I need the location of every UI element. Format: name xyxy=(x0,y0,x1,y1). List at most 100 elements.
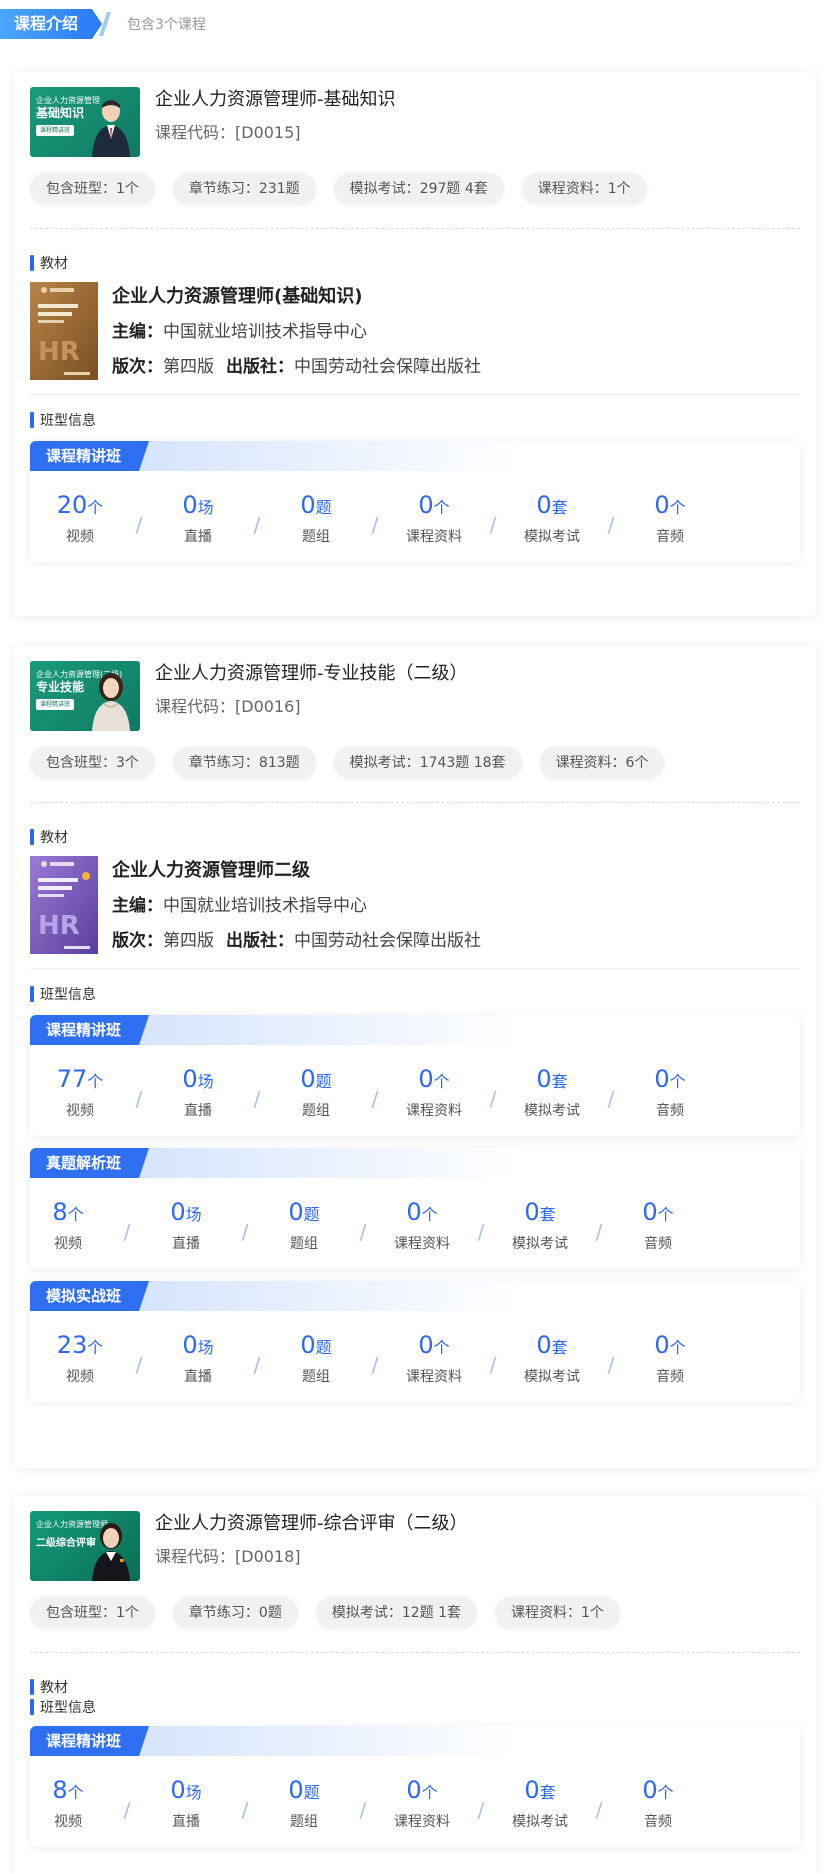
class-stats: 23个 视频 / 0场 直播 / 0题 题组 / 0个 课程资料 / 0套 模拟考试 / … xyxy=(30,1331,800,1386)
stat-audio: 0个 音频 xyxy=(654,1331,686,1385)
svg-text:HR: HR xyxy=(38,337,80,367)
stat-mock-exam: 0套 模拟考试 xyxy=(524,1065,580,1119)
tag-materials: 课程资料：1个 xyxy=(495,1597,620,1629)
book-cover-icon: HR xyxy=(30,282,98,380)
tag-chapter-practice: 章节练习：231题 xyxy=(172,173,316,205)
teacher-photo-icon xyxy=(92,100,130,157)
stat-audio: 0个 音频 xyxy=(642,1198,674,1252)
class-info-heading: 班型信息 xyxy=(30,411,800,429)
stat-question-set: 0题 题组 xyxy=(288,1776,320,1830)
course-card[interactable]: 企业人力资源管理 基础知识 课程精讲班 企业人力资源管理师-基础知识 课程代码：… xyxy=(14,72,816,616)
stat-video: 23个 视频 xyxy=(56,1331,104,1385)
stat-live: 0场 直播 xyxy=(170,1198,202,1252)
stat-question-set: 0题 题组 xyxy=(300,491,332,545)
tag-materials: 课程资料：6个 xyxy=(539,747,665,779)
class-card[interactable]: 真题解析班 8个 视频 / 0场 直播 / 0题 题组 / 0个 课程资料 / 0套 模拟… xyxy=(30,1148,800,1269)
book-title: 企业人力资源管理师(基础知识) xyxy=(112,286,363,307)
stat-live: 0场 直播 xyxy=(182,1065,214,1119)
book-title: 企业人力资源管理师二级 xyxy=(112,860,310,881)
course-thumbnail[interactable]: 企业人力资源管理 基础知识 课程精讲班 xyxy=(30,87,140,157)
class-stats: 8个 视频 / 0场 直播 / 0题 题组 / 0个 课程资料 / 0套 模拟考试 / 0… xyxy=(30,1198,800,1253)
class-name: 课程精讲班 xyxy=(30,1726,150,1756)
course-tags: 包含班型：1个 章节练习：0题 模拟考试：12题 1套 课程资料：1个 xyxy=(30,1597,800,1629)
stat-materials: 0个 课程资料 xyxy=(406,491,462,545)
thumb-tag: 课程精讲班 xyxy=(36,125,75,136)
course-thumbnail[interactable]: 企业人力资源管理(二级) 专业技能 课程精讲班 xyxy=(30,661,140,731)
class-info-heading: 班型信息 xyxy=(30,1698,800,1716)
stat-mock-exam: 0套 模拟考试 xyxy=(524,1331,580,1385)
tag-class-count: 包含班型：3个 xyxy=(30,747,155,779)
course-card[interactable]: 企业人力资源管理师 二级综合评审 企业人力资源管理师-综合评审（二级） 课程代码… xyxy=(14,1496,816,1874)
book-edition: 版次：第四版 出版社：中国劳动社会保障出版社 xyxy=(112,357,481,377)
course-title[interactable]: 企业人力资源管理师-专业技能（二级） xyxy=(155,662,468,686)
stat-question-set: 0题 题组 xyxy=(300,1065,332,1119)
divider xyxy=(30,228,800,229)
teacher-photo-icon xyxy=(92,1523,130,1581)
course-code: 课程代码：[D0018] xyxy=(155,1547,301,1566)
section-header: 课程介绍 包含3个课程 xyxy=(0,0,826,62)
class-info-heading: 班型信息 xyxy=(30,985,800,1003)
stat-video: 77个 视频 xyxy=(56,1065,104,1119)
book-editor: 主编：中国就业培训技术指导中心 xyxy=(112,896,367,916)
course-title[interactable]: 企业人力资源管理师-基础知识 xyxy=(155,88,396,112)
class-card[interactable]: 课程精讲班 77个 视频 / 0场 直播 / 0题 题组 / 0个 课程资料 / 0套模… xyxy=(30,1015,800,1136)
course-thumbnail[interactable]: 企业人力资源管理师 二级综合评审 xyxy=(30,1511,140,1581)
book-editor: 主编：中国就业培训技术指导中心 xyxy=(112,322,367,342)
tag-class-count: 包含班型：1个 xyxy=(30,1597,155,1629)
tag-chapter-practice: 章节练习：0题 xyxy=(172,1597,298,1629)
tag-chapter-practice: 章节练习：813题 xyxy=(172,747,316,779)
stat-materials: 0个 课程资料 xyxy=(406,1331,462,1385)
stat-audio: 0个 音频 xyxy=(654,1065,686,1119)
tag-class-count: 包含班型：1个 xyxy=(30,173,155,205)
course-head: 企业人力资源管理师 二级综合评审 企业人力资源管理师-综合评审（二级） 课程代码… xyxy=(30,1496,800,1581)
class-name: 课程精讲班 xyxy=(30,441,150,471)
section-subtitle: 包含3个课程 xyxy=(127,17,206,33)
class-card[interactable]: 课程精讲班 8个 视频 / 0场 直播 / 0题 题组 / 0个 课程资料 / 0套 模拟… xyxy=(30,1726,800,1847)
stat-question-set: 0题 题组 xyxy=(288,1198,320,1252)
book-edition: 版次：第四版 出版社：中国劳动社会保障出版社 xyxy=(112,931,481,951)
stat-live: 0场 直播 xyxy=(182,491,214,545)
course-code: 课程代码：[D0015] xyxy=(155,123,301,142)
class-stats: 20个 视频 / 0场 直播 / 0题 题组 / 0个 课程资料 / 0套 模拟考试 / … xyxy=(30,491,800,546)
tag-mock-exam: 模拟考试：12题 1套 xyxy=(315,1597,478,1629)
course-card[interactable]: 企业人力资源管理(二级) 专业技能 课程精讲班 企业人力资源管理师-专业技能（二… xyxy=(14,646,816,1468)
page: 课程介绍 包含3个课程 企业人力资源管理 基础知识 课程精讲班 企业人力资源管理… xyxy=(0,0,826,1874)
tag-mock-exam: 模拟考试：297题 4套 xyxy=(333,173,504,205)
textbook-heading: 教材 xyxy=(30,1678,800,1696)
stat-video: 8个 视频 xyxy=(52,1776,84,1830)
stat-live: 0场 直播 xyxy=(170,1776,202,1830)
class-card[interactable]: 模拟实战班 23个 视频 / 0场 直播 / 0题 题组 / 0个 课程资料 / 0套模… xyxy=(30,1281,800,1402)
textbook-item[interactable]: HR 企业人力资源管理师(基础知识) 主编：中国就业培训技术指导中心 版次：第四… xyxy=(30,282,800,380)
course-code: 课程代码：[D0016] xyxy=(155,697,301,716)
tag-mock-exam: 模拟考试：1743题 18套 xyxy=(333,747,522,779)
stat-materials: 0个 课程资料 xyxy=(394,1776,450,1830)
divider xyxy=(30,802,800,803)
course-head: 企业人力资源管理(二级) 专业技能 课程精讲班 企业人力资源管理师-专业技能（二… xyxy=(30,646,800,731)
stat-audio: 0个 音频 xyxy=(654,491,686,545)
course-tags: 包含班型：1个 章节练习：231题 模拟考试：297题 4套 课程资料：1个 xyxy=(30,173,800,205)
course-tags: 包含班型：3个 章节练习：813题 模拟考试：1743题 18套 课程资料：6个 xyxy=(30,747,800,779)
class-stats: 77个 视频 / 0场 直播 / 0题 题组 / 0个 课程资料 / 0套 模拟考试 / … xyxy=(30,1065,800,1120)
stat-video: 20个 视频 xyxy=(56,491,104,545)
stat-mock-exam: 0套 模拟考试 xyxy=(512,1776,568,1830)
stat-audio: 0个 音频 xyxy=(642,1776,674,1830)
class-name: 真题解析班 xyxy=(30,1148,150,1178)
course-title[interactable]: 企业人力资源管理师-综合评审（二级） xyxy=(155,1512,468,1536)
book-cover-icon: HR xyxy=(30,856,98,954)
stat-mock-exam: 0套 模拟考试 xyxy=(524,491,580,545)
stat-video: 8个 视频 xyxy=(52,1198,84,1252)
course-head: 企业人力资源管理 基础知识 课程精讲班 企业人力资源管理师-基础知识 课程代码：… xyxy=(30,72,800,157)
textbook-item[interactable]: HR 企业人力资源管理师二级 主编：中国就业培训技术指导中心 版次：第四版 出版社… xyxy=(30,856,800,954)
stat-live: 0场 直播 xyxy=(182,1331,214,1385)
divider xyxy=(30,968,800,969)
stat-materials: 0个 课程资料 xyxy=(394,1198,450,1252)
class-stats: 8个 视频 / 0场 直播 / 0题 题组 / 0个 课程资料 / 0套 模拟考试 / 0… xyxy=(30,1776,800,1831)
class-name: 课程精讲班 xyxy=(30,1015,150,1045)
teacher-photo-icon xyxy=(92,673,130,731)
svg-text:HR: HR xyxy=(38,911,80,941)
tag-materials: 课程资料：1个 xyxy=(521,173,647,205)
divider xyxy=(30,394,800,395)
class-card[interactable]: 课程精讲班 20个 视频 / 0场 直播 / 0题 题组 / 0个 课程资料 / 0套模… xyxy=(30,441,800,562)
thumb-tag: 课程精讲班 xyxy=(36,699,75,710)
stat-materials: 0个 课程资料 xyxy=(406,1065,462,1119)
